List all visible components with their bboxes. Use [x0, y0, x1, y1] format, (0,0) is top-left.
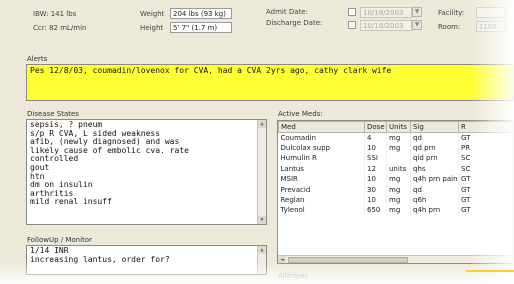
ibw-label: IBW: 141 lbs — [33, 10, 77, 18]
column-header-sig[interactable]: Sig — [410, 121, 459, 133]
med-units: mg — [386, 174, 411, 185]
column-header-med[interactable]: Med — [278, 121, 365, 133]
med-units: mg — [386, 184, 411, 195]
scroll-up-icon[interactable]: ▲ — [258, 246, 266, 254]
med-route: GT — [458, 194, 513, 206]
med-dose: 10 — [364, 174, 387, 185]
med-route: GT — [458, 184, 513, 195]
facility-field[interactable] — [476, 7, 506, 18]
discharge-date-label: Discharge Date: — [266, 19, 323, 27]
med-dose: 650 — [364, 205, 387, 216]
active-meds-table: Med Dose Units Sig R Coumadin 4 mg qd GT… — [278, 121, 513, 216]
column-header-route[interactable]: R — [458, 121, 513, 133]
alerts-textbox[interactable]: Pes 12/8/03, coumadin/lovenox for CVA, h… — [26, 64, 514, 101]
column-header-dose[interactable]: Dose — [364, 121, 387, 133]
followup-line: increasing lantus, order for? — [30, 254, 170, 264]
followup-textbox[interactable]: 1/14 INR increasing lantus, order for? ▲ — [26, 245, 267, 275]
active-meds-title: Active Meds: — [278, 110, 323, 118]
med-name: Tylenol — [278, 205, 365, 216]
disease-line: gout — [30, 162, 50, 172]
med-dose: 10 — [364, 194, 387, 206]
med-dose: SSI — [364, 153, 387, 164]
table-row[interactable]: Lantus 12 units qhs SC — [278, 163, 513, 175]
med-route: PR — [458, 142, 513, 154]
table-row[interactable]: Humulin R SSI qid prn SC — [278, 153, 513, 164]
table-row[interactable]: Coumadin 4 mg qd GT — [278, 132, 513, 143]
med-sig: q4h prn pain — [410, 174, 459, 185]
scroll-left-icon[interactable]: ◄ — [278, 256, 286, 263]
med-name: MSIR — [278, 174, 365, 185]
med-route: GT — [458, 205, 513, 216]
height-label: Height — [140, 24, 164, 32]
discharge-date-dropdown-icon[interactable]: ▼ — [412, 20, 422, 30]
room-field[interactable]: 1168 — [476, 21, 506, 32]
table-row[interactable]: Reglan 10 mg q6h GT — [278, 194, 513, 206]
med-dose: 12 — [364, 163, 387, 175]
disease-states-scrollbar[interactable]: ▲ ▼ — [257, 120, 266, 224]
alerts-title: Alerts — [27, 55, 48, 63]
med-name: Prevacid — [278, 184, 365, 195]
med-units: mg — [386, 194, 411, 206]
disease-states-textbox[interactable]: sepsis, ? pneum s/p R CVA, L sided weakn… — [26, 119, 267, 225]
followup-scrollbar[interactable]: ▲ — [257, 246, 266, 274]
med-dose: 10 — [364, 142, 387, 154]
admit-date-checkbox[interactable] — [348, 8, 356, 16]
admit-date-field[interactable]: 10/18/2003 — [360, 7, 412, 18]
column-header-units[interactable]: Units — [386, 121, 411, 133]
med-route: SC — [458, 153, 513, 164]
ccr-label: Ccr: 82 mL/min — [33, 24, 87, 32]
med-units — [386, 153, 411, 164]
med-units: mg — [386, 142, 411, 154]
med-sig: qhs — [410, 163, 459, 175]
med-sig: q6h — [410, 194, 459, 206]
med-sig: q4h prn — [410, 205, 459, 216]
table-row[interactable]: Tylenol 650 mg q4h prn GT — [278, 205, 513, 216]
weight-label: Weight — [140, 10, 165, 18]
med-name: Dulcolax supp — [278, 142, 365, 154]
med-route: GT — [458, 174, 513, 185]
table-row[interactable]: MSIR 10 mg q4h prn pain GT — [278, 174, 513, 185]
discharge-date-checkbox[interactable] — [348, 21, 356, 29]
med-dose: 30 — [364, 184, 387, 195]
height-field[interactable]: 5' 7" (1.7 m) — [170, 22, 232, 33]
med-name: Humulin R — [278, 153, 365, 164]
disease-line: controlled — [30, 154, 79, 164]
med-name: Lantus — [278, 163, 365, 175]
disease-line: mild renal insuff — [30, 197, 112, 207]
table-row[interactable]: Prevacid 30 mg qd GT — [278, 184, 513, 195]
admit-date-dropdown-icon[interactable]: ▼ — [412, 7, 422, 17]
table-header-row: Med Dose Units Sig R — [278, 121, 513, 133]
allergies-title: Allergies — [278, 272, 309, 280]
alerts-text: Pes 12/8/03, coumadin/lovenox for CVA, h… — [30, 66, 392, 75]
active-meds-hscrollbar[interactable]: ◄ — [278, 255, 513, 263]
hscroll-thumb[interactable] — [288, 257, 408, 263]
med-units: mg — [386, 132, 411, 143]
med-sig: qd — [410, 184, 459, 195]
med-name: Reglan — [278, 194, 365, 206]
followup-title: FollowUp / Monitor — [27, 236, 92, 244]
med-route: SC — [458, 163, 513, 175]
med-units: units — [386, 163, 411, 175]
scroll-down-icon[interactable]: ▼ — [258, 216, 266, 224]
room-label: Room: — [438, 23, 461, 31]
med-sig: qd — [410, 132, 459, 143]
active-meds-panel: Med Dose Units Sig R Coumadin 4 mg qd GT… — [277, 120, 514, 264]
med-route: GT — [458, 132, 513, 143]
admit-date-label: Admit Date: — [266, 8, 308, 16]
med-units: mg — [386, 205, 411, 216]
med-dose: 4 — [364, 132, 387, 143]
med-name: Coumadin — [278, 132, 365, 143]
facility-label: Facility: — [438, 9, 465, 17]
table-row[interactable]: Dulcolax supp 10 mg qd prn PR — [278, 142, 513, 154]
med-sig: qid prn — [410, 153, 459, 164]
weight-field[interactable]: 204 lbs (93 kg) — [170, 8, 232, 19]
discharge-date-field[interactable]: 10/18/2003 — [360, 20, 412, 31]
med-sig: qd prn — [410, 142, 459, 154]
decorative-stroke — [466, 270, 514, 272]
disease-states-title: Disease States — [27, 110, 79, 118]
scroll-up-icon[interactable]: ▲ — [258, 120, 266, 128]
